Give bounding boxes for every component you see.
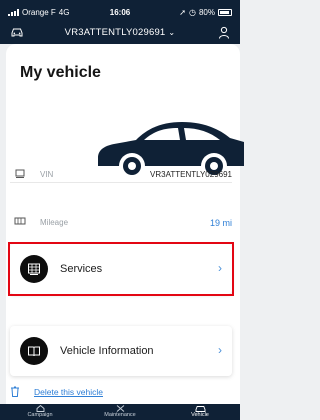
services-icon — [28, 263, 40, 275]
app-header: Orange F 4G 16:06 ➚ ◷ 80% VR3ATTENTLY029… — [0, 0, 240, 44]
tab-maintenance-label: Maintenance — [104, 412, 136, 418]
vehicle-information-icon-circle — [20, 337, 48, 365]
location-icon: ➚ — [179, 8, 186, 17]
trash-icon — [11, 386, 19, 397]
services-button[interactable]: Services › — [10, 244, 232, 294]
user-icon[interactable] — [218, 26, 230, 39]
battery-percent: 80% — [198, 8, 215, 17]
mileage-value: 19 mi — [209, 218, 232, 228]
chevron-down-icon: ⌄ — [168, 28, 176, 37]
home-icon — [36, 405, 44, 412]
status-right: ➚ ◷ 80% — [179, 8, 232, 17]
vehicle-selector-label: VR3ATTENTLY029691 — [64, 27, 166, 38]
chevron-right-icon: › — [218, 343, 222, 357]
tab-vehicle[interactable]: Vehicle — [160, 404, 240, 420]
mileage-label: Mileage — [40, 218, 69, 227]
divider — [10, 182, 232, 183]
vin-icon — [15, 169, 25, 178]
bottom-tab-bar: Campaign Maintenance Vehicle — [0, 404, 240, 420]
mileage-row: Mileage 19 mi — [10, 210, 232, 234]
delete-vehicle-link[interactable]: Delete this vehicle — [34, 387, 103, 397]
odometer-icon — [14, 217, 26, 225]
vehicle-selector[interactable]: VR3ATTENTLY029691 ⌄ — [0, 27, 240, 38]
services-icon-circle — [20, 255, 48, 283]
tab-maintenance[interactable]: Maintenance — [80, 404, 160, 420]
status-bar: Orange F 4G 16:06 ➚ ◷ 80% — [0, 0, 240, 20]
page-title: My vehicle — [20, 64, 101, 81]
vin-value: VR3ATTENTLY029691 — [150, 170, 232, 179]
tools-icon — [116, 405, 124, 412]
battery-icon — [218, 9, 232, 16]
tab-vehicle-label: Vehicle — [191, 412, 209, 418]
tab-campaign[interactable]: Campaign — [0, 404, 80, 420]
alarm-icon: ◷ — [189, 8, 196, 17]
chevron-right-icon: › — [218, 261, 222, 275]
services-label: Services — [60, 263, 103, 275]
tab-campaign-label: Campaign — [27, 412, 53, 418]
vehicle-information-label: Vehicle Information — [60, 345, 154, 357]
book-icon — [28, 346, 40, 357]
vehicle-information-button[interactable]: Vehicle Information › — [10, 326, 232, 376]
nav-row: VR3ATTENTLY029691 ⌄ — [0, 22, 240, 44]
car-icon — [195, 406, 205, 412]
vin-label: VIN — [40, 170, 54, 179]
